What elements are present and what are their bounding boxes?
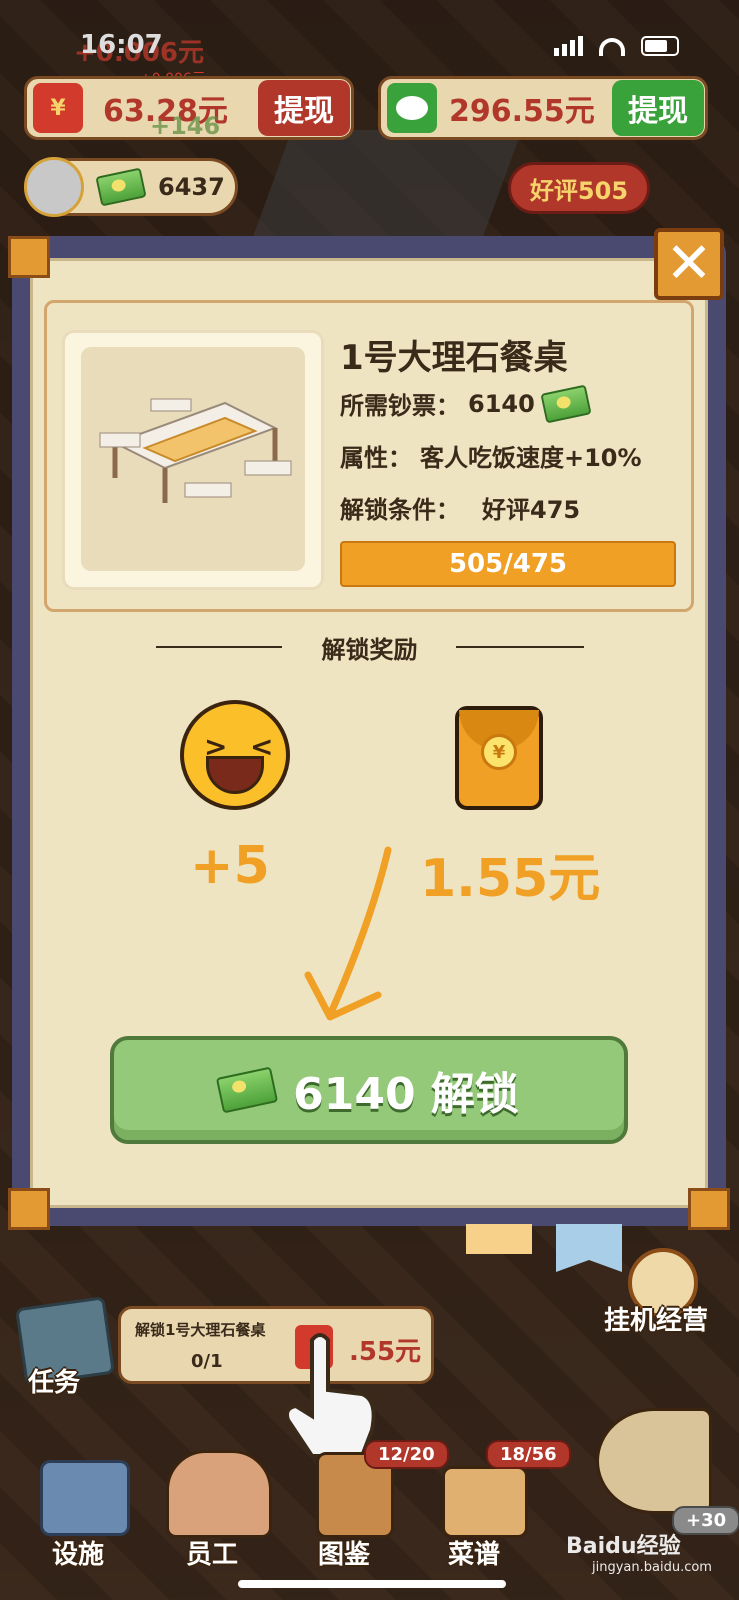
clock: 16:07 xyxy=(80,30,163,60)
task-card[interactable]: 解锁1号大理石餐桌 0/1 .55元 xyxy=(118,1306,434,1384)
reward-review-value: +5 xyxy=(190,836,270,896)
system-icons xyxy=(554,36,679,56)
review-progress-bar: 505/475 xyxy=(340,541,676,587)
corner-ornament xyxy=(688,1188,730,1230)
staff-icon[interactable] xyxy=(166,1450,272,1538)
nav-album[interactable]: 图鉴 xyxy=(318,1534,370,1571)
unlock-condition-row: 解锁条件： 好评475 xyxy=(340,490,580,525)
hand-pointer-icon xyxy=(285,1333,376,1458)
unlock-condition-value: 好评475 xyxy=(482,496,581,524)
megaphone-icon[interactable] xyxy=(596,1408,712,1514)
unlock-button[interactable]: 6140 解锁 xyxy=(110,1036,628,1144)
recipe-badge: 18/56 xyxy=(486,1440,571,1469)
attribute-row: 属性： 客人吃饭速度+10% xyxy=(340,438,642,473)
attribute-label: 属性： xyxy=(340,444,412,472)
avatar[interactable] xyxy=(24,157,84,217)
wechat-amount: 296.55元 xyxy=(449,94,595,129)
cash-icon xyxy=(95,167,147,207)
signal-icon xyxy=(554,36,583,56)
cost-row: 所需钞票： 6140 xyxy=(340,384,592,423)
cash-icon xyxy=(215,1066,279,1114)
redpack-icon: ¥ xyxy=(33,83,83,133)
item-image xyxy=(62,330,324,590)
progress-text: 505/475 xyxy=(448,549,568,579)
corner-ornament xyxy=(8,236,50,278)
watermark-url: jingyan.baidu.com xyxy=(592,1560,712,1575)
unlock-condition-label: 解锁条件： xyxy=(340,496,460,524)
nav-facility[interactable]: 设施 xyxy=(52,1534,104,1571)
close-icon: ✕ xyxy=(665,231,713,296)
marble-table-icon xyxy=(99,398,292,503)
reward-money-value: 1.55元 xyxy=(420,849,601,909)
cost-value: 6140 xyxy=(468,389,535,418)
reward-section-title: 解锁奖励 xyxy=(321,636,418,664)
status-bar: +0.006元 16:07 xyxy=(0,14,739,68)
arrow-annotation-icon xyxy=(304,846,392,1021)
cost-label: 所需钞票： xyxy=(340,392,460,420)
recipe-icon[interactable] xyxy=(442,1466,528,1538)
attribute-value: 客人吃饭速度+10% xyxy=(420,444,642,472)
item-title: 1号大理石餐桌 xyxy=(340,338,568,378)
facility-icon[interactable] xyxy=(40,1460,130,1536)
unlock-button-label: 6140 解锁 xyxy=(293,1069,519,1120)
nav-recipe[interactable]: 菜谱 xyxy=(448,1534,500,1571)
good-review-badge[interactable]: 好评505 xyxy=(508,162,650,214)
cash-amount: 6437 xyxy=(158,173,225,201)
home-indicator[interactable] xyxy=(238,1580,506,1588)
nav-staff[interactable]: 员工 xyxy=(186,1534,238,1571)
task-label: 任务 xyxy=(28,1368,81,1398)
cash-icon xyxy=(540,384,592,423)
red-envelope-icon: ¥ xyxy=(455,706,543,810)
cash-balance: 6437 xyxy=(24,157,238,217)
redpack-withdraw-button[interactable]: 提现 xyxy=(258,80,350,136)
album-badge: 12/20 xyxy=(364,1440,449,1469)
close-button[interactable]: ✕ xyxy=(654,228,724,300)
wifi-icon xyxy=(599,38,625,56)
laugh-emoji-icon: > < xyxy=(180,700,290,810)
task-text: 解锁1号大理石餐桌 xyxy=(135,1321,266,1339)
wechat-icon xyxy=(387,83,437,133)
task-progress: 0/1 xyxy=(191,1351,223,1372)
wechat-withdraw-button[interactable]: 提现 xyxy=(612,80,704,136)
plus-badge: +30 xyxy=(672,1506,739,1535)
background-shelf xyxy=(248,130,522,250)
good-review-count: 好评505 xyxy=(529,176,629,205)
idle-label: 挂机经营 xyxy=(604,1306,709,1336)
bookmark-tab xyxy=(466,1224,532,1254)
battery-icon xyxy=(641,36,679,56)
watermark-brand: Baidu经验 xyxy=(566,1534,681,1559)
cash-bonus: +146 xyxy=(150,112,221,140)
corner-ornament xyxy=(8,1188,50,1230)
